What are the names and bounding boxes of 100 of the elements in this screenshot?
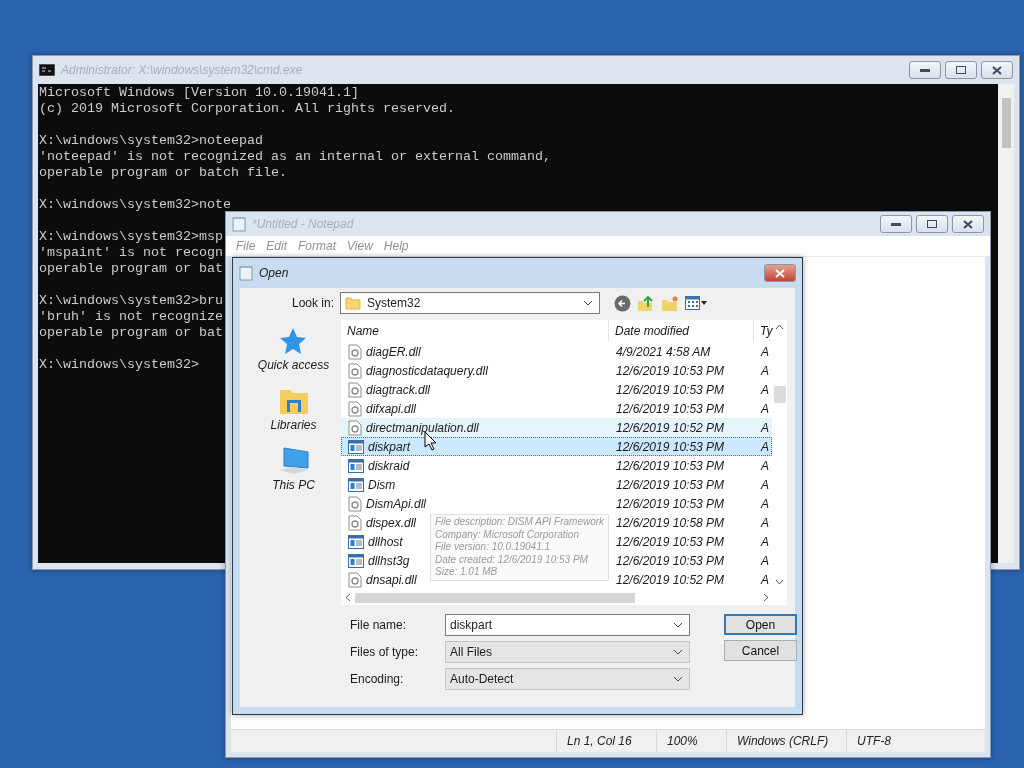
file-date: 4/9/2021 4:58 AM xyxy=(615,344,712,359)
column-header[interactable]: Name xyxy=(341,320,609,342)
application-icon xyxy=(348,534,364,549)
file-type: A xyxy=(759,496,770,511)
view-menu-icon[interactable] xyxy=(685,296,707,310)
console-line: (c) 2019 Microsoft Corporation. All rights reserved. xyxy=(39,101,455,117)
status-text: Windows (CRLF) xyxy=(726,730,846,752)
chevron-down-icon xyxy=(673,649,683,655)
file-name: dllhost xyxy=(368,534,403,549)
file-type: A xyxy=(759,420,770,435)
chevron-up-icon[interactable] xyxy=(775,324,784,330)
file-date: 12/6/2019 10:53 PM xyxy=(615,477,726,492)
status-text: UTF-8 xyxy=(846,730,946,752)
minimize-button[interactable] xyxy=(880,215,912,233)
console-line: operable program or bat xyxy=(39,261,223,277)
file-date: 12/6/2019 10:53 PM xyxy=(615,496,726,511)
tooltip-line: Size: 1.01 MB xyxy=(435,566,498,579)
file-type: A xyxy=(759,458,770,473)
file-type: A xyxy=(759,572,770,587)
minimize-button[interactable] xyxy=(909,61,941,79)
file-name-field[interactable]: diskpart xyxy=(445,614,690,636)
file-type: A xyxy=(759,344,770,359)
scrollbar-thumb[interactable] xyxy=(773,386,786,403)
console-line: operable program or bat xyxy=(39,325,223,341)
file-date: 12/6/2019 10:53 PM xyxy=(615,458,726,473)
file-type: A xyxy=(759,382,770,397)
scrollbar-thumb[interactable] xyxy=(1001,98,1011,148)
file-name: diagnosticdataquery.dll xyxy=(366,363,488,378)
file-date: 12/6/2019 10:52 PM xyxy=(615,420,726,435)
application-icon xyxy=(348,439,364,454)
close-button[interactable] xyxy=(952,215,984,233)
chevron-right-icon[interactable] xyxy=(763,593,769,602)
minimize-icon xyxy=(891,222,901,226)
file-name: diskraid xyxy=(368,458,410,473)
close-icon xyxy=(775,268,785,278)
console-line: 'noteepad' is not recognized as an internal or external command, xyxy=(39,149,551,165)
console-icon xyxy=(39,64,55,76)
file-type: A xyxy=(759,515,770,530)
dialog-button[interactable]: Cancel xyxy=(724,640,797,661)
scrollbar-thumb[interactable] xyxy=(355,593,635,603)
maximize-button[interactable] xyxy=(945,61,977,79)
close-icon xyxy=(963,219,973,229)
close-button[interactable] xyxy=(764,264,796,282)
place-item[interactable]: Libraries xyxy=(270,386,317,432)
settings-file-icon xyxy=(348,419,362,436)
maximize-button[interactable] xyxy=(916,215,948,233)
dialog-title: Open xyxy=(259,266,290,280)
file-date: 12/6/2019 10:58 PM xyxy=(615,515,726,530)
file-name: diagtrack.dll xyxy=(366,382,431,397)
console-line: X:\windows\system32>noteepad xyxy=(39,133,263,149)
application-icon xyxy=(348,458,364,473)
status-text: Ln 1, Col 16 xyxy=(556,730,656,752)
dropdown[interactable]: All Files xyxy=(445,641,690,663)
console-line: Microsoft Windows [Version 10.0.19041.1] xyxy=(39,85,359,101)
back-icon[interactable] xyxy=(614,294,631,312)
file-date: 12/6/2019 10:53 PM xyxy=(615,363,726,378)
file-type: A xyxy=(759,477,770,492)
file-name: Dism xyxy=(368,477,396,492)
settings-file-icon xyxy=(348,362,362,379)
field-label: Look in: xyxy=(292,296,336,310)
place-item[interactable]: Quick access xyxy=(257,326,330,372)
file-name: difxapi.dll xyxy=(366,401,417,416)
file-name: DismApi.dll xyxy=(366,496,426,511)
file-name: dnsapi.dll xyxy=(366,572,417,587)
settings-file-icon xyxy=(348,400,362,417)
console-line: operable program or batch file. xyxy=(39,165,287,181)
column-header[interactable]: Date modified xyxy=(609,320,754,342)
folder-icon xyxy=(345,295,361,311)
file-date: 12/6/2019 10:53 PM xyxy=(615,401,726,416)
place-item[interactable]: This PC xyxy=(272,446,315,492)
file-row[interactable]: diskpart 12/6/2019 10:53 PM A xyxy=(341,437,772,456)
chevron-left-icon[interactable] xyxy=(345,593,351,602)
close-button[interactable] xyxy=(981,61,1013,79)
notepad-icon xyxy=(232,216,246,232)
file-type: A xyxy=(759,553,770,568)
file-name: directmanipulation.dll xyxy=(366,420,479,435)
dialog-button[interactable]: Open xyxy=(724,614,797,635)
file-date: 12/6/2019 10:53 PM xyxy=(615,553,726,568)
file-name: diagER.dll xyxy=(366,344,421,359)
application-icon xyxy=(348,553,364,568)
chevron-down-icon xyxy=(673,676,683,682)
maximize-icon xyxy=(956,66,966,74)
settings-file-icon xyxy=(348,343,362,360)
file-date: 12/6/2019 10:53 PM xyxy=(615,534,726,549)
dropdown[interactable]: Auto-Detect xyxy=(445,668,690,690)
file-date: 12/6/2019 10:53 PM xyxy=(615,382,726,397)
console-line: 'bruh' is not recognize xyxy=(39,309,223,325)
file-date: 12/6/2019 10:52 PM xyxy=(615,572,726,587)
settings-file-icon xyxy=(348,381,362,398)
look-in-dropdown[interactable]: System32 xyxy=(340,292,600,314)
chevron-down-icon[interactable] xyxy=(775,579,784,585)
scrollbar[interactable] xyxy=(998,84,1014,563)
status-text: 100% xyxy=(656,730,726,752)
file-row[interactable]: directmanipulation.dll 12/6/2019 10:52 PM A xyxy=(341,418,772,437)
file-type: A xyxy=(759,439,770,454)
file-name: dispex.dll xyxy=(366,515,417,530)
settings-file-icon xyxy=(348,571,362,588)
maximize-icon xyxy=(927,220,937,228)
tooltip-line: File version: 10.0.19041.1 xyxy=(435,541,551,554)
up-folder-icon[interactable] xyxy=(637,294,655,312)
